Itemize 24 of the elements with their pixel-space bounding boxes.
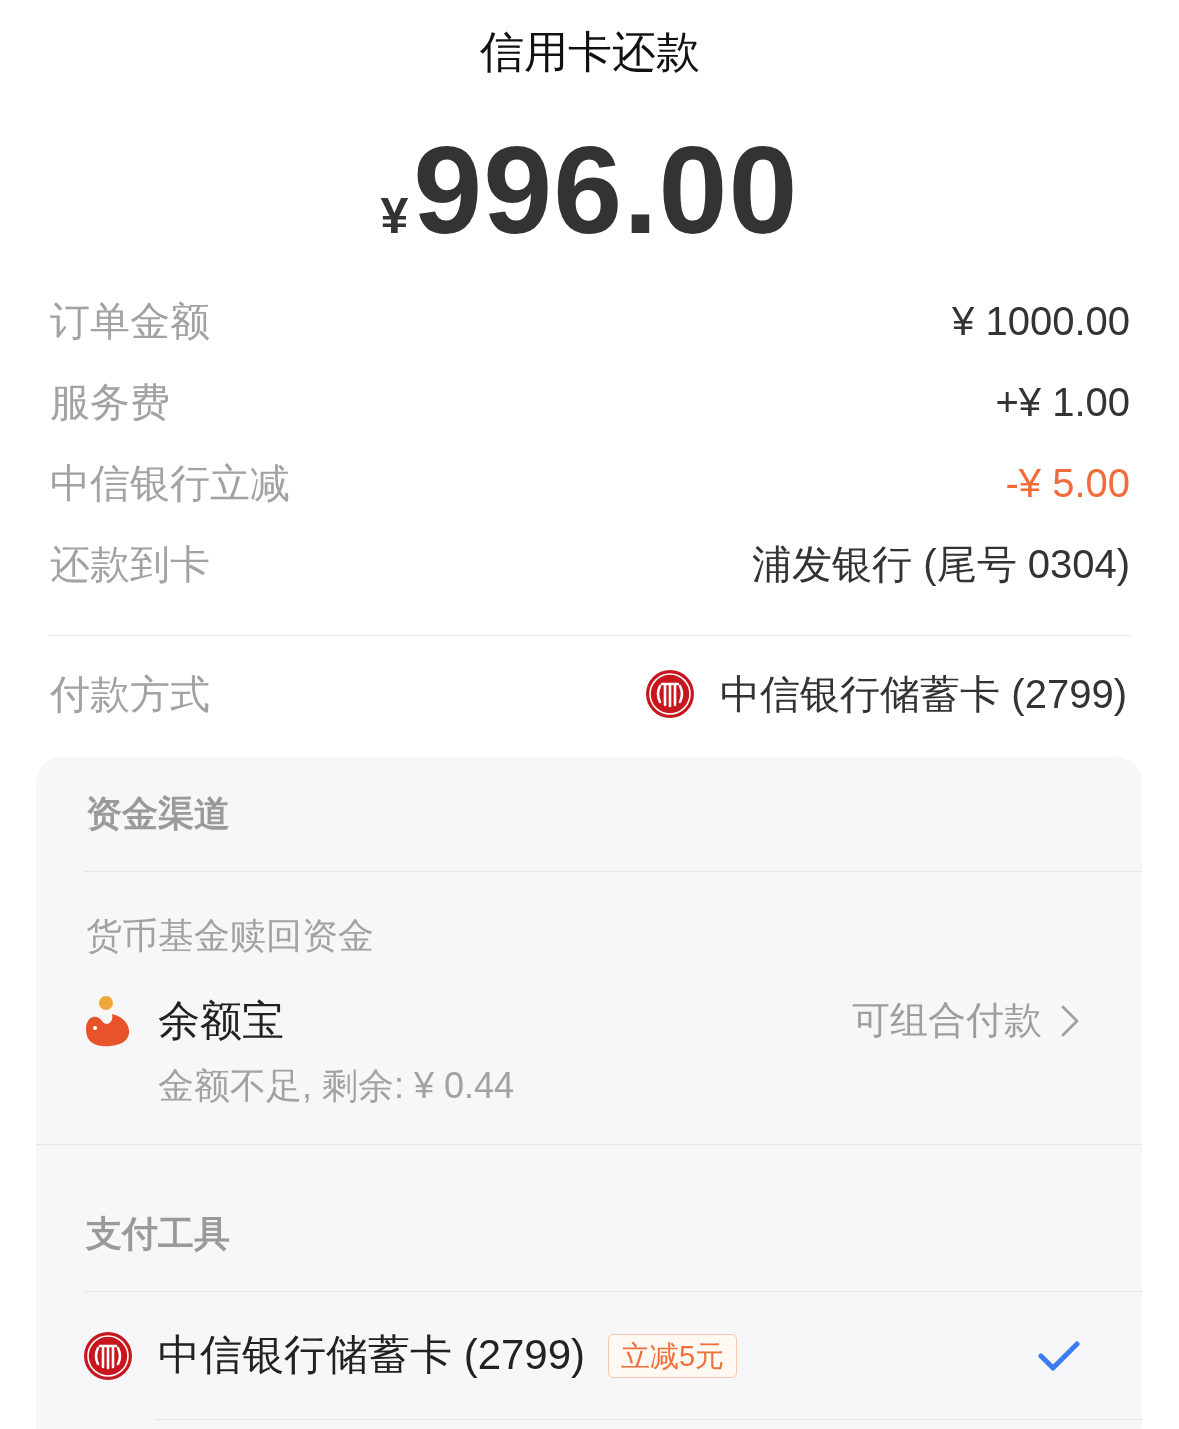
payment-method-value: 中信银行储蓄卡 (2799) bbox=[720, 671, 1127, 718]
detail-value: 浦发银行 (尾号 0304) bbox=[752, 540, 1130, 588]
section-heading: 资金渠道 bbox=[85, 792, 231, 836]
fund-name: 余额宝 bbox=[158, 996, 285, 1046]
fund-balance-note: 金额不足, 剩余: ¥ 0.44 bbox=[158, 1064, 516, 1108]
detail-label: 服务费 bbox=[50, 378, 170, 426]
detail-value: +¥ 1.00 bbox=[995, 378, 1130, 426]
detail-label: 中信银行立减 bbox=[50, 459, 290, 507]
bank-logo-icon bbox=[84, 1331, 132, 1380]
detail-label: 还款到卡 bbox=[50, 540, 210, 588]
fish-icon bbox=[84, 995, 130, 1047]
chevron-right-icon bbox=[1060, 1004, 1080, 1038]
section-heading: 支付工具 bbox=[85, 1212, 231, 1256]
combine-payment-button[interactable]: 可组合付款 bbox=[852, 998, 1080, 1044]
detail-value: ¥ 1000.00 bbox=[952, 297, 1130, 345]
detail-label: 订单金额 bbox=[50, 297, 210, 345]
card-name: 中信银行储蓄卡 (2799) bbox=[158, 1330, 586, 1381]
section-subheading: 货币基金赎回资金 bbox=[85, 914, 375, 958]
bank-logo-icon bbox=[646, 670, 695, 718]
discount-badge: 立减5元 bbox=[608, 1333, 738, 1378]
total-amount: ¥996.00 bbox=[380, 128, 799, 252]
detail-value: -¥ 5.00 bbox=[1005, 459, 1130, 507]
page-title: 信用卡还款 bbox=[479, 25, 700, 78]
payment-method-label: 付款方式 bbox=[50, 671, 210, 718]
